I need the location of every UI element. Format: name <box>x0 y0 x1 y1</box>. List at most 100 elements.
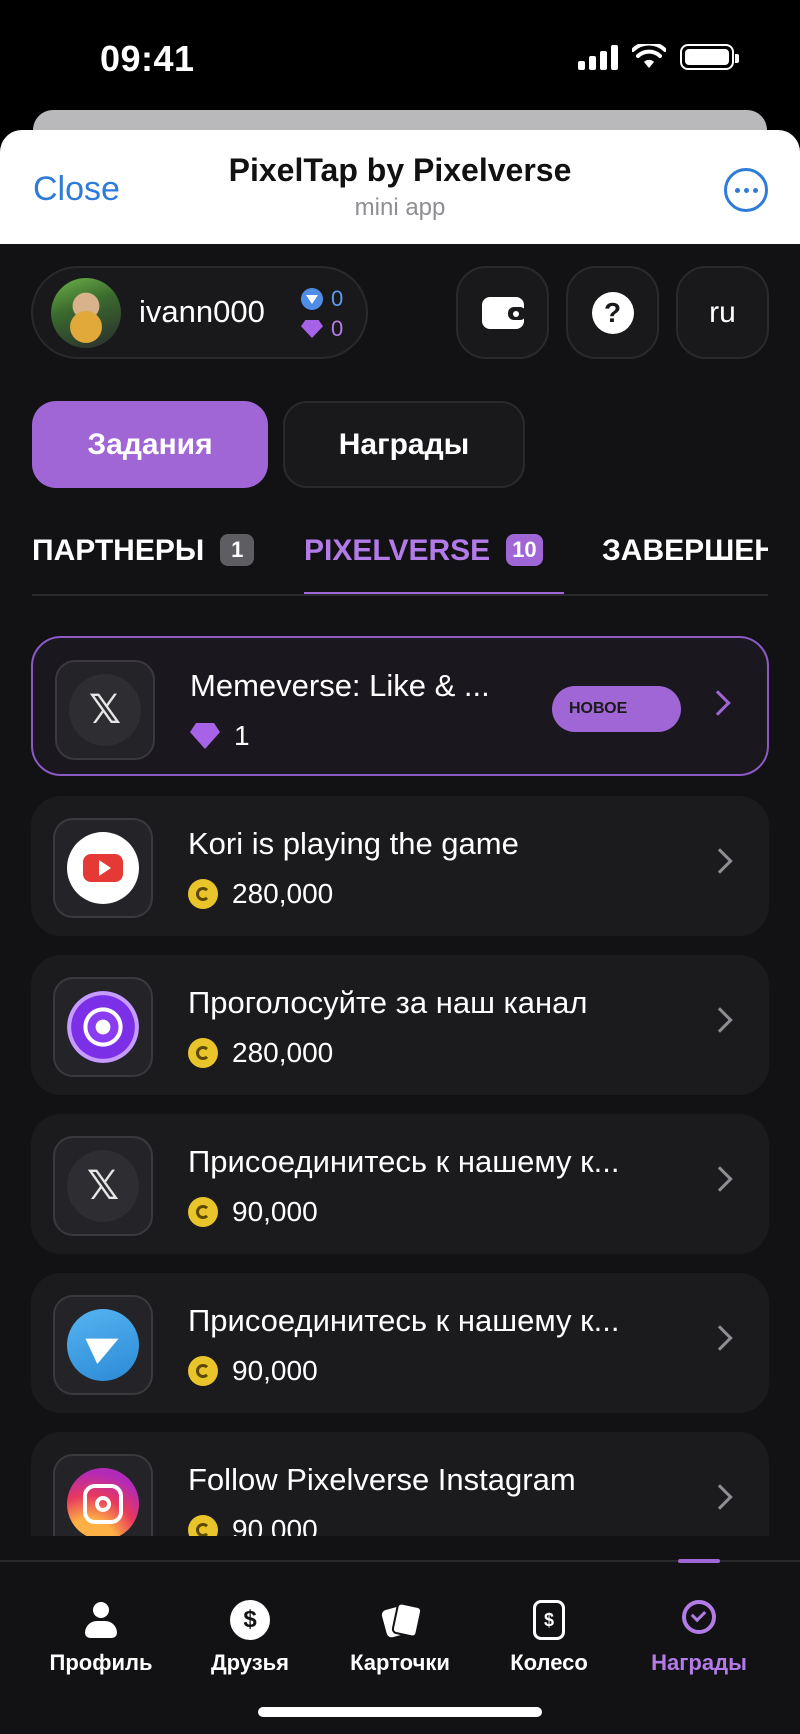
language-button[interactable]: ru <box>676 266 769 359</box>
task-item[interactable]: Проголосуйте за наш канал 280,000 <box>31 955 769 1095</box>
nav-item-label: Карточки <box>350 1650 450 1675</box>
task-reward: 90,000 <box>188 1196 318 1228</box>
task-list: 𝕏 Memeverse: Like & ... 1 НОВОЕ Kori is … <box>31 636 769 1536</box>
task-reward: 90,000 <box>188 1355 318 1387</box>
rewards-tab-button[interactable]: Награды <box>283 401 525 488</box>
question-icon: ? <box>591 291 634 334</box>
nav-item-profile[interactable]: Профиль <box>26 1600 176 1676</box>
cards-icon <box>380 1600 420 1640</box>
user-profile-pill[interactable]: ivann000 0 0 <box>31 266 368 359</box>
task-reward-value: 90,000 <box>232 1196 318 1227</box>
status-time: 09:41 <box>100 38 195 79</box>
task-item[interactable]: Follow Pixelverse Instagram 90,000 <box>31 1432 769 1536</box>
telegram-icon <box>67 1309 139 1381</box>
task-icon-box <box>53 1295 153 1395</box>
task-icon-box <box>53 1454 153 1536</box>
wallet-button[interactable] <box>456 266 549 359</box>
help-button[interactable]: ? <box>566 266 659 359</box>
chevron-right-icon <box>707 1325 733 1351</box>
coin-icon <box>188 1038 218 1068</box>
gem-balance-value: 0 <box>331 316 344 341</box>
tab-pixelverse-label: PIXELVERSE <box>304 534 491 567</box>
wifi-icon <box>632 44 666 68</box>
tab-partners-count: 1 <box>220 534 255 566</box>
chevron-right-icon <box>707 848 733 874</box>
task-reward-value: 90,000 <box>232 1514 318 1536</box>
task-reward: 90,000 <box>188 1514 318 1536</box>
task-title: Присоединитесь к нашему к... <box>188 1144 620 1179</box>
nav-item-label: Награды <box>651 1650 747 1675</box>
instagram-icon <box>67 1468 139 1536</box>
task-title: Проголосуйте за наш канал <box>188 985 588 1020</box>
x-icon: 𝕏 <box>67 1150 139 1222</box>
coin-icon <box>188 1515 218 1536</box>
nav-item-cards[interactable]: Карточки <box>325 1600 475 1676</box>
chevron-right-icon <box>707 1007 733 1033</box>
wheel-icon: $ <box>533 1600 565 1640</box>
battery-icon <box>680 44 739 70</box>
nav-item-label: Колесо <box>510 1650 588 1675</box>
tab-pixelverse[interactable]: PIXELVERSE 10 <box>304 534 543 594</box>
task-title: Присоединитесь к нашему к... <box>188 1303 620 1338</box>
x-icon: 𝕏 <box>69 674 141 746</box>
gem-balance: 0 <box>301 316 343 342</box>
task-title: Memeverse: Like & ... <box>190 668 490 703</box>
chevron-right-icon <box>707 1166 733 1192</box>
task-item[interactable]: 𝕏 Присоединитесь к нашему к... 90,000 <box>31 1114 769 1254</box>
active-tab-indicator <box>304 592 564 594</box>
ton-icon <box>301 288 323 310</box>
home-indicator <box>258 1707 542 1717</box>
task-reward-value: 280,000 <box>232 1037 334 1068</box>
task-title: Follow Pixelverse Instagram <box>188 1462 576 1497</box>
gem-icon <box>301 320 323 338</box>
pixelverse-swirl-icon <box>67 991 139 1063</box>
coin-icon <box>188 1356 218 1386</box>
nav-active-indicator <box>678 1559 720 1563</box>
new-badge: НОВОЕ <box>552 686 681 732</box>
username: ivann000 <box>139 294 265 329</box>
tab-completed-label: ЗАВЕРШЕН <box>602 534 768 567</box>
coin-icon <box>188 1197 218 1227</box>
category-tabs: ПАРТНЕРЫ 1 PIXELVERSE 10 ЗАВЕРШЕН <box>32 534 768 596</box>
app-title: PixelTap by Pixelverse <box>228 152 572 188</box>
task-reward: 1 <box>190 720 250 752</box>
avatar <box>51 278 121 348</box>
task-item[interactable]: Kori is playing the game 280,000 <box>31 796 769 936</box>
coin-icon <box>188 879 218 909</box>
task-reward: 280,000 <box>188 878 333 910</box>
task-icon-box: 𝕏 <box>55 660 155 760</box>
youtube-icon <box>67 832 139 904</box>
more-options-icon[interactable] <box>724 168 768 212</box>
nav-item-label: Друзья <box>210 1650 290 1675</box>
profile-icon <box>81 1600 121 1640</box>
ton-balance-value: 0 <box>331 286 344 311</box>
nav-item-friends[interactable]: $ Друзья <box>175 1600 325 1676</box>
task-icon-box <box>53 977 153 1077</box>
chevron-right-icon <box>707 1484 733 1510</box>
task-reward-value: 1 <box>234 720 250 751</box>
chevron-right-icon <box>705 690 731 716</box>
task-icon-box <box>53 818 153 918</box>
tab-pixelverse-count: 10 <box>506 534 543 566</box>
tab-partners-label: ПАРТНЕРЫ <box>32 534 205 567</box>
tab-partners[interactable]: ПАРТНЕРЫ 1 <box>32 534 255 594</box>
app-subtitle: mini app <box>354 194 446 221</box>
task-item[interactable]: 𝕏 Memeverse: Like & ... 1 НОВОЕ <box>31 636 769 776</box>
tab-completed[interactable]: ЗАВЕРШЕН <box>602 534 768 594</box>
task-icon-box: 𝕏 <box>53 1136 153 1236</box>
task-reward-value: 90,000 <box>232 1355 318 1386</box>
task-title: Kori is playing the game <box>188 826 519 861</box>
task-item[interactable]: Присоединитесь к нашему к... 90,000 <box>31 1273 769 1413</box>
tasks-tab-button[interactable]: Задания <box>32 401 268 488</box>
app-content: ivann000 0 0 ? ru Задания Награды ПАРТНЕ… <box>0 244 800 1734</box>
status-icons <box>578 44 739 70</box>
nav-item-wheel[interactable]: $ Колесо <box>474 1600 624 1676</box>
task-reward-value: 280,000 <box>232 878 334 909</box>
signal-icon <box>578 44 618 70</box>
gem-icon <box>190 723 220 749</box>
ton-balance: 0 <box>301 286 343 312</box>
task-reward: 280,000 <box>188 1037 333 1069</box>
mini-app-header: Close PixelTap by Pixelverse mini app <box>0 130 800 244</box>
nav-item-rewards[interactable]: Награды <box>624 1600 774 1676</box>
dollar-icon: $ <box>230 1600 270 1640</box>
